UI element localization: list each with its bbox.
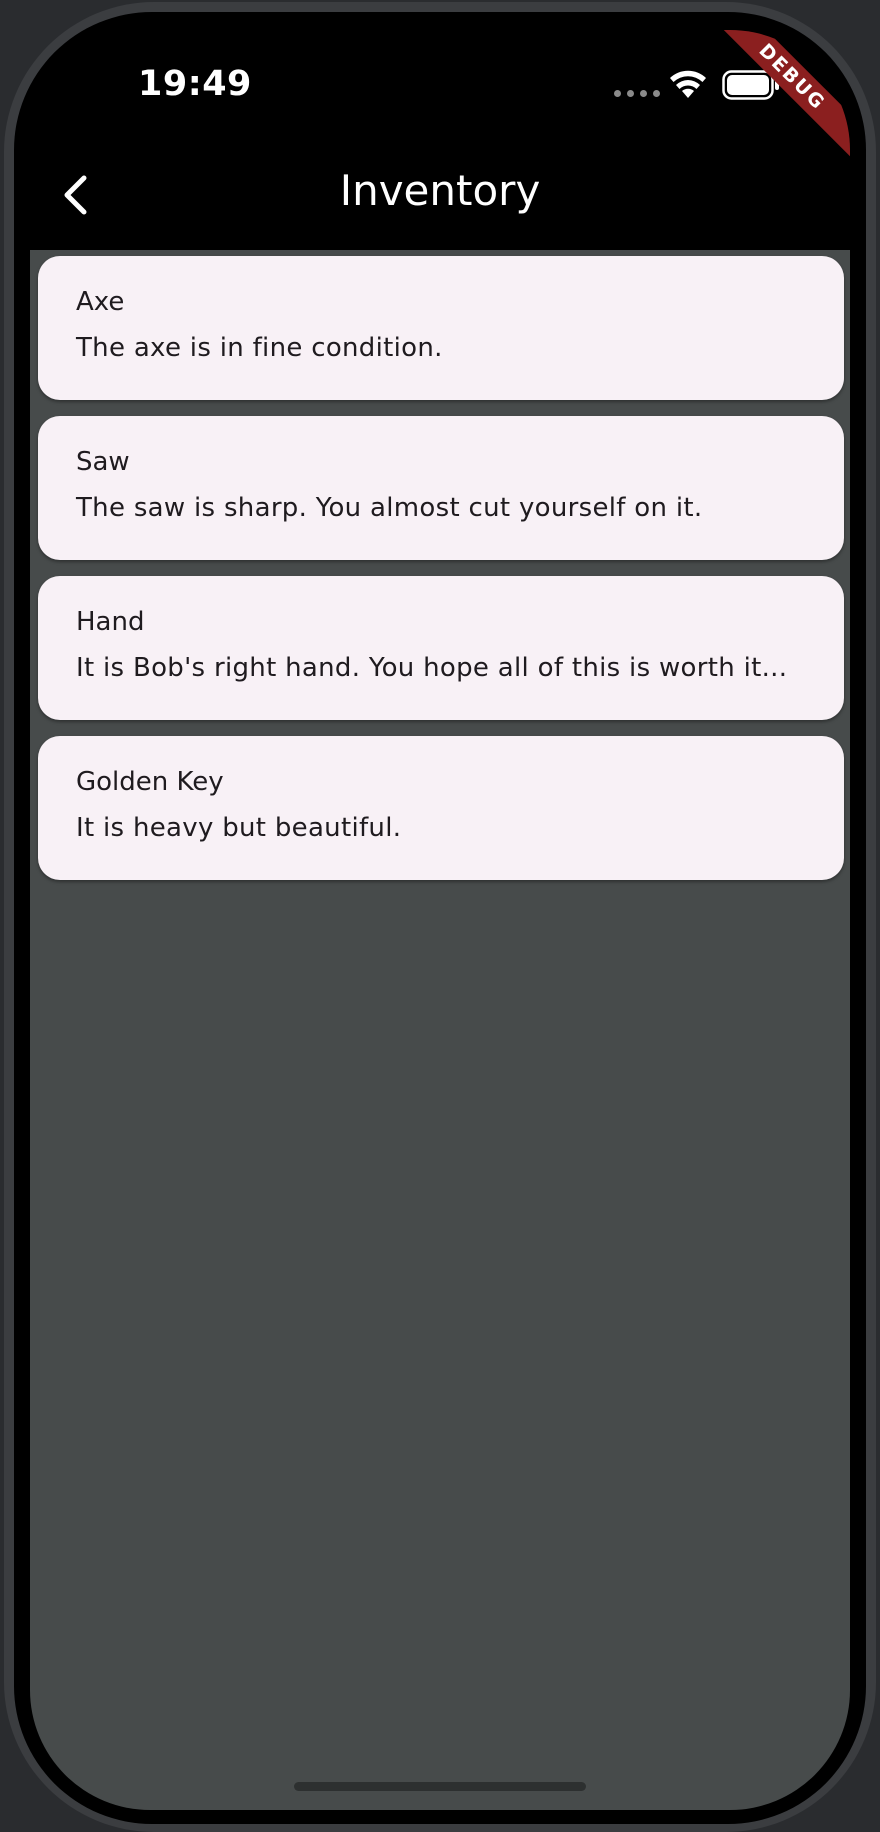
home-indicator[interactable] (294, 1782, 586, 1791)
inventory-list: Axe The axe is in fine condition. Saw Th… (30, 250, 850, 1810)
item-name: Hand (76, 607, 145, 637)
inventory-item-axe[interactable]: Axe The axe is in fine condition. (38, 256, 844, 400)
status-time: 19:49 (138, 64, 252, 104)
item-description: It is heavy but beautiful. (76, 813, 402, 843)
cellular-dots-icon (614, 90, 660, 97)
item-description: It is Bob's right hand. You hope all of … (76, 653, 788, 683)
item-description: The saw is sharp. You almost cut yoursel… (76, 493, 703, 523)
inventory-item-hand[interactable]: Hand It is Bob's right hand. You hope al… (38, 576, 844, 720)
item-name: Axe (76, 287, 125, 317)
phone-screen: 19:49 Inventory Axe The axe is in fine c… (30, 30, 850, 1810)
wifi-icon (670, 70, 706, 98)
inventory-item-saw[interactable]: Saw The saw is sharp. You almost cut you… (38, 416, 844, 560)
item-name: Saw (76, 447, 130, 477)
item-description: The axe is in fine condition. (76, 333, 443, 363)
page-title: Inventory (339, 166, 541, 215)
debug-banner: DEBUG (710, 30, 850, 170)
inventory-item-golden-key[interactable]: Golden Key It is heavy but beautiful. (38, 736, 844, 880)
item-name: Golden Key (76, 767, 224, 797)
debug-banner-label: DEBUG (710, 30, 850, 166)
